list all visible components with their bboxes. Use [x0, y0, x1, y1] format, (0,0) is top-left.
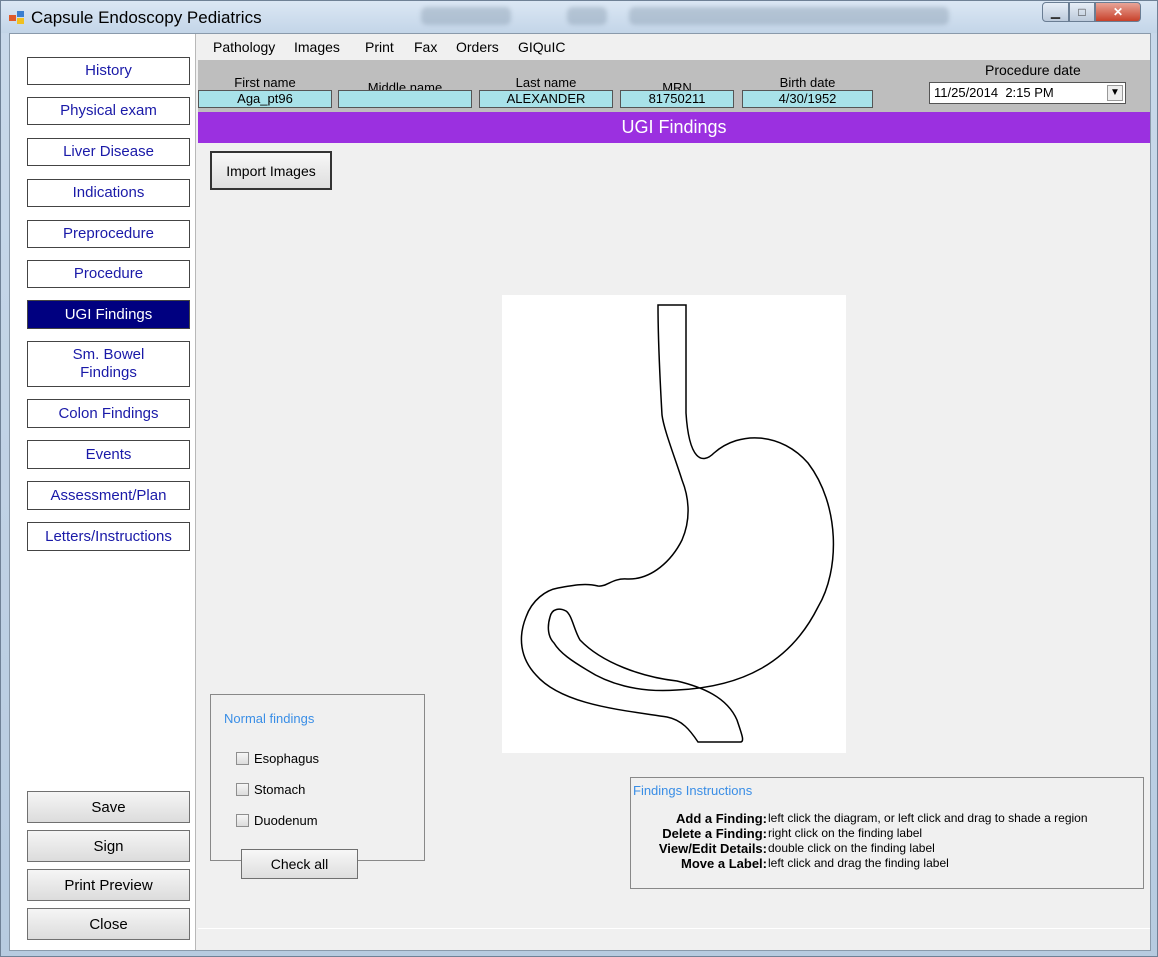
instruction-key: View/Edit Details:	[658, 841, 767, 856]
duodenum-checkbox[interactable]	[236, 814, 249, 827]
esophagus-checkbox-row[interactable]: Esophagus	[236, 751, 319, 766]
middle-name-field[interactable]	[338, 90, 472, 108]
last-name-label: Last name	[515, 75, 577, 90]
menu-images[interactable]: Images	[294, 39, 340, 55]
procedure-date-label: Procedure date	[985, 62, 1081, 78]
sign-button[interactable]: Sign	[27, 830, 190, 862]
duodenum-label: Duodenum	[254, 813, 318, 828]
menu-fax[interactable]: Fax	[414, 39, 437, 55]
menu-print[interactable]: Print	[365, 39, 394, 55]
nav-colon-findings[interactable]: Colon Findings	[27, 399, 190, 428]
nav-physical-exam[interactable]: Physical exam	[27, 97, 190, 125]
normal-findings-group: Normal findings Esophagus Stomach Duoden…	[210, 694, 425, 879]
print-preview-button[interactable]: Print Preview	[27, 869, 190, 901]
section-title: UGI Findings	[198, 112, 1150, 143]
patient-bar: First name Aga_pt96 Middle name Last nam…	[198, 60, 1150, 112]
instruction-key: Delete a Finding:	[662, 826, 767, 841]
instruction-key: Move a Label:	[681, 856, 767, 871]
title-blur	[629, 7, 949, 25]
nav-procedure[interactable]: Procedure	[27, 260, 190, 288]
title-blur	[567, 7, 607, 25]
duodenum-checkbox-row[interactable]: Duodenum	[236, 813, 318, 828]
instruction-text: left click and drag the finding label	[768, 856, 949, 870]
menu-bar: Pathology Images Print Fax Orders GIQuIC	[198, 34, 1150, 60]
procedure-date-picker[interactable]: 11/25/2014 2:15 PM ▼	[929, 82, 1126, 104]
title-blur	[421, 7, 511, 25]
maximize-button[interactable]: □	[1069, 2, 1095, 22]
instruction-row: Move a Label: left click and drag the fi…	[631, 856, 1143, 871]
app-window: Capsule Endoscopy Pediatrics ▁ □ ✕ Histo…	[0, 0, 1158, 957]
nav-preprocedure[interactable]: Preprocedure	[27, 220, 190, 248]
instruction-text: double click on the finding label	[768, 841, 935, 855]
instruction-text: right click on the finding label	[768, 826, 923, 840]
sidebar: History Physical exam Liver Disease Indi…	[10, 34, 196, 950]
stomach-label: Stomach	[254, 782, 306, 797]
nav-indications[interactable]: Indications	[27, 179, 190, 207]
procedure-date-value: 11/25/2014 2:15 PM	[934, 85, 1054, 100]
instructions-title: Findings Instructions	[633, 783, 753, 798]
esophagus-label: Esophagus	[254, 751, 320, 766]
instruction-row: Add a Finding: left click the diagram, o…	[631, 811, 1143, 826]
minimize-button[interactable]: ▁	[1042, 2, 1069, 22]
nav-assessment-plan[interactable]: Assessment/Plan	[27, 481, 190, 510]
save-button[interactable]: Save	[27, 791, 190, 823]
birth-date-label: Birth date	[779, 75, 836, 90]
esophagus-checkbox[interactable]	[236, 752, 249, 765]
menu-pathology[interactable]: Pathology	[213, 39, 275, 55]
stomach-checkbox[interactable]	[236, 783, 249, 796]
stomach-outline[interactable]	[502, 295, 846, 753]
nav-letters-instructions[interactable]: Letters/Instructions	[27, 522, 190, 551]
import-images-button[interactable]: Import Images	[210, 151, 332, 190]
mrn-field[interactable]: 81750211	[620, 90, 734, 108]
first-name-label: First name	[234, 75, 296, 90]
dropdown-arrow-icon[interactable]: ▼	[1107, 85, 1123, 101]
title-bar: Capsule Endoscopy Pediatrics ▁ □ ✕	[1, 1, 1157, 33]
instruction-row: View/Edit Details: double click on the f…	[631, 841, 1143, 856]
instruction-key: Add a Finding:	[676, 811, 767, 826]
status-divider	[198, 928, 1150, 929]
last-name-field[interactable]: ALEXANDER	[479, 90, 613, 108]
window-title: Capsule Endoscopy Pediatrics	[31, 8, 262, 27]
client-area: History Physical exam Liver Disease Indi…	[9, 33, 1151, 951]
instruction-row: Delete a Finding: right click on the fin…	[631, 826, 1143, 841]
nav-events[interactable]: Events	[27, 440, 190, 469]
stomach-checkbox-row[interactable]: Stomach	[236, 782, 305, 797]
menu-giquic[interactable]: GIQuIC	[518, 39, 565, 55]
menu-orders[interactable]: Orders	[456, 39, 499, 55]
ugi-diagram[interactable]	[502, 295, 846, 753]
instruction-text: left click the diagram, or left click an…	[768, 811, 1088, 825]
first-name-field[interactable]: Aga_pt96	[198, 90, 332, 108]
nav-ugi-findings[interactable]: UGI Findings	[27, 300, 190, 329]
check-all-button[interactable]: Check all	[241, 849, 358, 879]
birth-date-field[interactable]: 4/30/1952	[742, 90, 873, 108]
nav-sm-bowel-findings[interactable]: Sm. Bowel Findings	[27, 341, 190, 387]
findings-instructions: Findings Instructions Add a Finding: lef…	[630, 777, 1144, 889]
app-icon	[9, 11, 25, 25]
normal-findings-title: Normal findings	[224, 711, 315, 726]
close-window-button[interactable]: ✕	[1095, 2, 1141, 22]
close-button[interactable]: Close	[27, 908, 190, 940]
main-panel: Pathology Images Print Fax Orders GIQuIC…	[198, 34, 1150, 950]
nav-history[interactable]: History	[27, 57, 190, 85]
nav-liver-disease[interactable]: Liver Disease	[27, 138, 190, 166]
